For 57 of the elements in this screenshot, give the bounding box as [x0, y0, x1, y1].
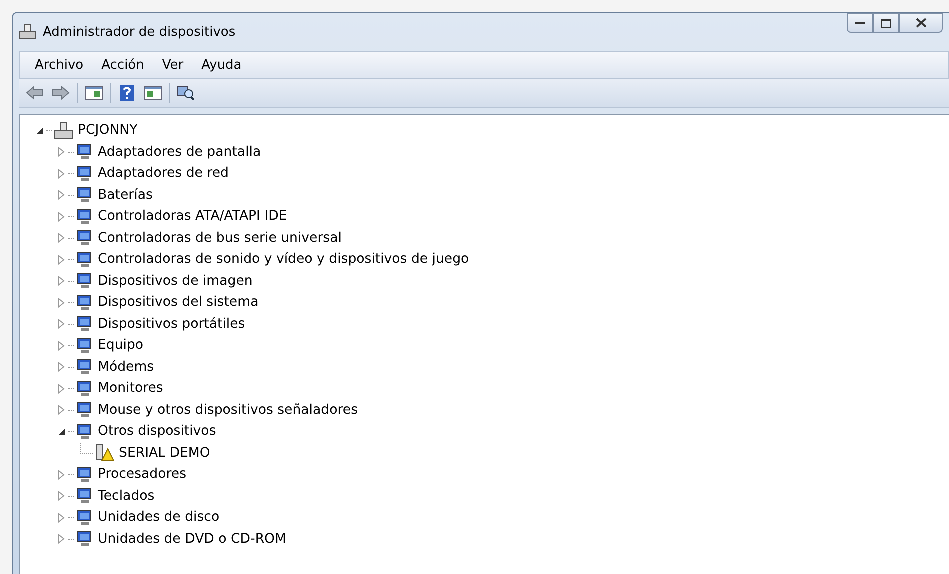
tree-item[interactable]: Controladoras de sonido y vídeo y dispositivos de juego — [98, 252, 470, 268]
device-icon — [76, 510, 94, 526]
device-icon — [76, 273, 94, 290]
panel-icon — [85, 86, 103, 100]
tree-item[interactable]: Controladoras ATA/ATAPI IDE — [98, 209, 288, 224]
window-title: Administrador de dispositivos — [43, 24, 237, 40]
tree-item[interactable]: Otros dispositivos — [98, 424, 216, 440]
menu-item[interactable]: Ayuda — [192, 56, 251, 74]
device-icon — [76, 252, 94, 268]
tree-item[interactable]: Dispositivos portátiles — [98, 316, 246, 332]
device-icon — [76, 424, 94, 440]
device-icon — [76, 144, 94, 160]
menu-item[interactable]: Archivo — [26, 56, 93, 74]
minimize-button[interactable] — [847, 13, 873, 33]
tree-item[interactable]: Adaptadores de red — [98, 166, 229, 182]
computer-icon — [19, 24, 37, 40]
tree-item[interactable]: SERIAL DEMO — [119, 446, 210, 461]
maximize-button[interactable] — [873, 13, 899, 33]
device-icon — [76, 187, 94, 204]
close-button[interactable] — [899, 13, 943, 33]
tree-item[interactable]: Controladoras de bus serie universal — [98, 230, 342, 246]
close-icon — [916, 18, 926, 28]
device-icon — [76, 294, 94, 311]
device-icon — [76, 230, 94, 246]
maximize-icon — [881, 18, 891, 28]
panel-icon — [144, 86, 162, 100]
menu-item[interactable]: Acción — [92, 56, 154, 74]
device-icon — [76, 208, 94, 225]
device-icon — [76, 359, 94, 376]
device-icon — [76, 338, 94, 354]
tree-item[interactable]: Monitores — [98, 381, 164, 396]
tree-item[interactable]: Baterías — [98, 188, 153, 203]
tree-item[interactable]: PCJONNY — [78, 123, 138, 138]
device-icon — [76, 166, 94, 182]
tree-item[interactable]: Mouse y otros dispositivos señaladores — [98, 402, 358, 418]
minimize-icon — [855, 21, 865, 25]
device-icon — [76, 402, 94, 418]
tree-item[interactable]: Procesadores — [98, 467, 187, 482]
tree-item[interactable]: Teclados — [98, 488, 155, 504]
tree-item[interactable]: Equipo — [98, 338, 144, 354]
tree-item[interactable]: Unidades de DVD o CD-ROM — [98, 532, 286, 547]
forward-arrow-icon — [52, 86, 70, 100]
device-icon — [76, 380, 94, 397]
back-arrow-icon — [26, 86, 44, 100]
monitor-magnifier-icon — [177, 85, 195, 101]
computer-icon — [54, 122, 74, 140]
help-icon — [120, 85, 134, 101]
tree-item[interactable]: Dispositivos del sistema — [98, 295, 259, 310]
device-icon — [76, 466, 94, 483]
menu-item[interactable]: Ver — [153, 56, 193, 74]
tree-item[interactable]: Módems — [98, 360, 154, 375]
tree-item[interactable]: Adaptadores de pantalla — [98, 144, 262, 160]
device-icon — [76, 316, 94, 332]
tree-item[interactable]: Dispositivos de imagen — [98, 274, 253, 289]
tree-item[interactable]: Unidades de disco — [98, 510, 220, 526]
device-icon — [76, 531, 94, 548]
device-icon — [76, 488, 94, 504]
